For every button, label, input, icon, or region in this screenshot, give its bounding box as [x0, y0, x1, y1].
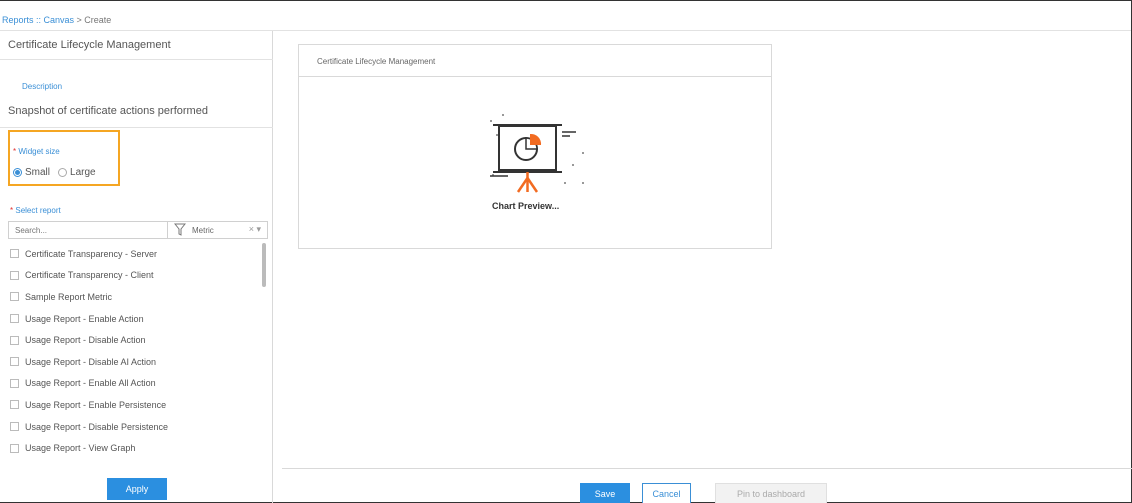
required-mark: * [10, 206, 14, 215]
report-name: Sample Report Metric [25, 291, 113, 302]
checkbox[interactable] [10, 249, 19, 259]
required-mark: * [13, 147, 17, 156]
report-name: Certificate Transparency - Client [25, 270, 154, 281]
list-item[interactable]: Usage Report - Disable AI Action [8, 351, 266, 373]
checkbox[interactable] [10, 357, 19, 367]
card-title: Certificate Lifecycle Management [317, 57, 436, 66]
widget-size-label-text: Widget size [18, 147, 60, 156]
checkbox[interactable] [10, 335, 19, 345]
breadcrumb-current: Create [84, 15, 112, 25]
widget-size-group: * Widget size Small Large [8, 130, 120, 186]
clear-icon[interactable]: × [249, 224, 254, 234]
list-item[interactable]: Certificate Transparency - Server [8, 243, 266, 265]
report-name: Usage Report - Enable All Action [25, 378, 156, 389]
breadcrumb: Reports :: Canvas > Create [0, 11, 1131, 31]
report-search-input[interactable] [8, 221, 168, 239]
checkbox[interactable] [10, 422, 19, 432]
list-item[interactable]: Sample Report Metric [8, 286, 266, 308]
breadcrumb-link[interactable]: Reports :: Canvas [2, 15, 74, 25]
widget-title-field[interactable]: Certificate Lifecycle Management [8, 39, 171, 51]
widget-config-panel: Certificate Lifecycle Management Descrip… [0, 31, 273, 503]
checkbox[interactable] [10, 270, 19, 280]
pin-to-dashboard-button[interactable]: Pin to dashboard [715, 483, 827, 503]
checkbox[interactable] [10, 378, 19, 388]
list-item[interactable]: Usage Report - View Graph [8, 437, 266, 459]
select-report-label: * Select report [10, 206, 61, 215]
radio-large[interactable] [58, 168, 68, 177]
divider [299, 76, 771, 77]
app-window: Reports :: Canvas > Create Certificate L… [0, 0, 1132, 503]
chart-preview-placeholder: Chart Preview... [492, 201, 560, 211]
report-type-value: Metric [192, 225, 214, 235]
radio-small-label[interactable]: Small [25, 167, 50, 178]
report-list-scrollbar[interactable] [262, 243, 266, 287]
description-field[interactable]: Snapshot of certificate actions performe… [8, 105, 208, 117]
radio-small[interactable] [13, 168, 22, 177]
list-item[interactable]: Usage Report - Disable Action [8, 329, 266, 351]
report-name: Usage Report - Enable Action [25, 313, 144, 324]
report-list: Certificate Transparency - Server Certif… [8, 243, 266, 467]
checkbox[interactable] [10, 292, 19, 302]
chevron-down-icon[interactable]: ▾ [256, 224, 261, 234]
list-item[interactable]: Usage Report - Disable Persistence [8, 416, 266, 438]
apply-button[interactable]: Apply [107, 478, 167, 500]
report-name: Usage Report - Disable Persistence [25, 421, 169, 432]
checkbox[interactable] [10, 443, 19, 453]
list-item[interactable]: Usage Report - Enable Action [8, 308, 266, 330]
presentation-chart-icon [490, 114, 584, 193]
chart-preview-card: Certificate Lifecycle Management Chart P… [298, 44, 772, 249]
checkbox[interactable] [10, 314, 19, 324]
report-name: Usage Report - Disable Action [25, 335, 146, 346]
divider [0, 59, 273, 60]
list-item[interactable]: Certificate Transparency - Client [8, 265, 266, 287]
widget-size-options: Small Large [13, 167, 96, 178]
select-controls: × ▾ [249, 224, 261, 235]
save-button[interactable]: Save [580, 483, 630, 503]
report-name: Certificate Transparency - Server [25, 248, 158, 259]
filter-icon[interactable] [174, 223, 186, 237]
list-item[interactable]: Usage Report - Enable All Action [8, 373, 266, 395]
list-item[interactable]: Usage Report - Enable Persistence [8, 394, 266, 416]
radio-large-label[interactable]: Large [70, 167, 96, 178]
report-name: Usage Report - View Graph [25, 443, 136, 454]
cancel-button[interactable]: Cancel [642, 483, 691, 503]
breadcrumb-separator: > [74, 15, 85, 25]
action-bar: Save Cancel Pin to dashboard [282, 468, 1132, 503]
report-name: Usage Report - Disable AI Action [25, 356, 157, 367]
checkbox[interactable] [10, 400, 19, 410]
widget-size-label: * Widget size [13, 147, 60, 156]
description-label: Description [22, 82, 63, 91]
select-report-label-text: Select report [15, 206, 61, 215]
report-name: Usage Report - Enable Persistence [25, 399, 167, 410]
divider [0, 127, 273, 128]
